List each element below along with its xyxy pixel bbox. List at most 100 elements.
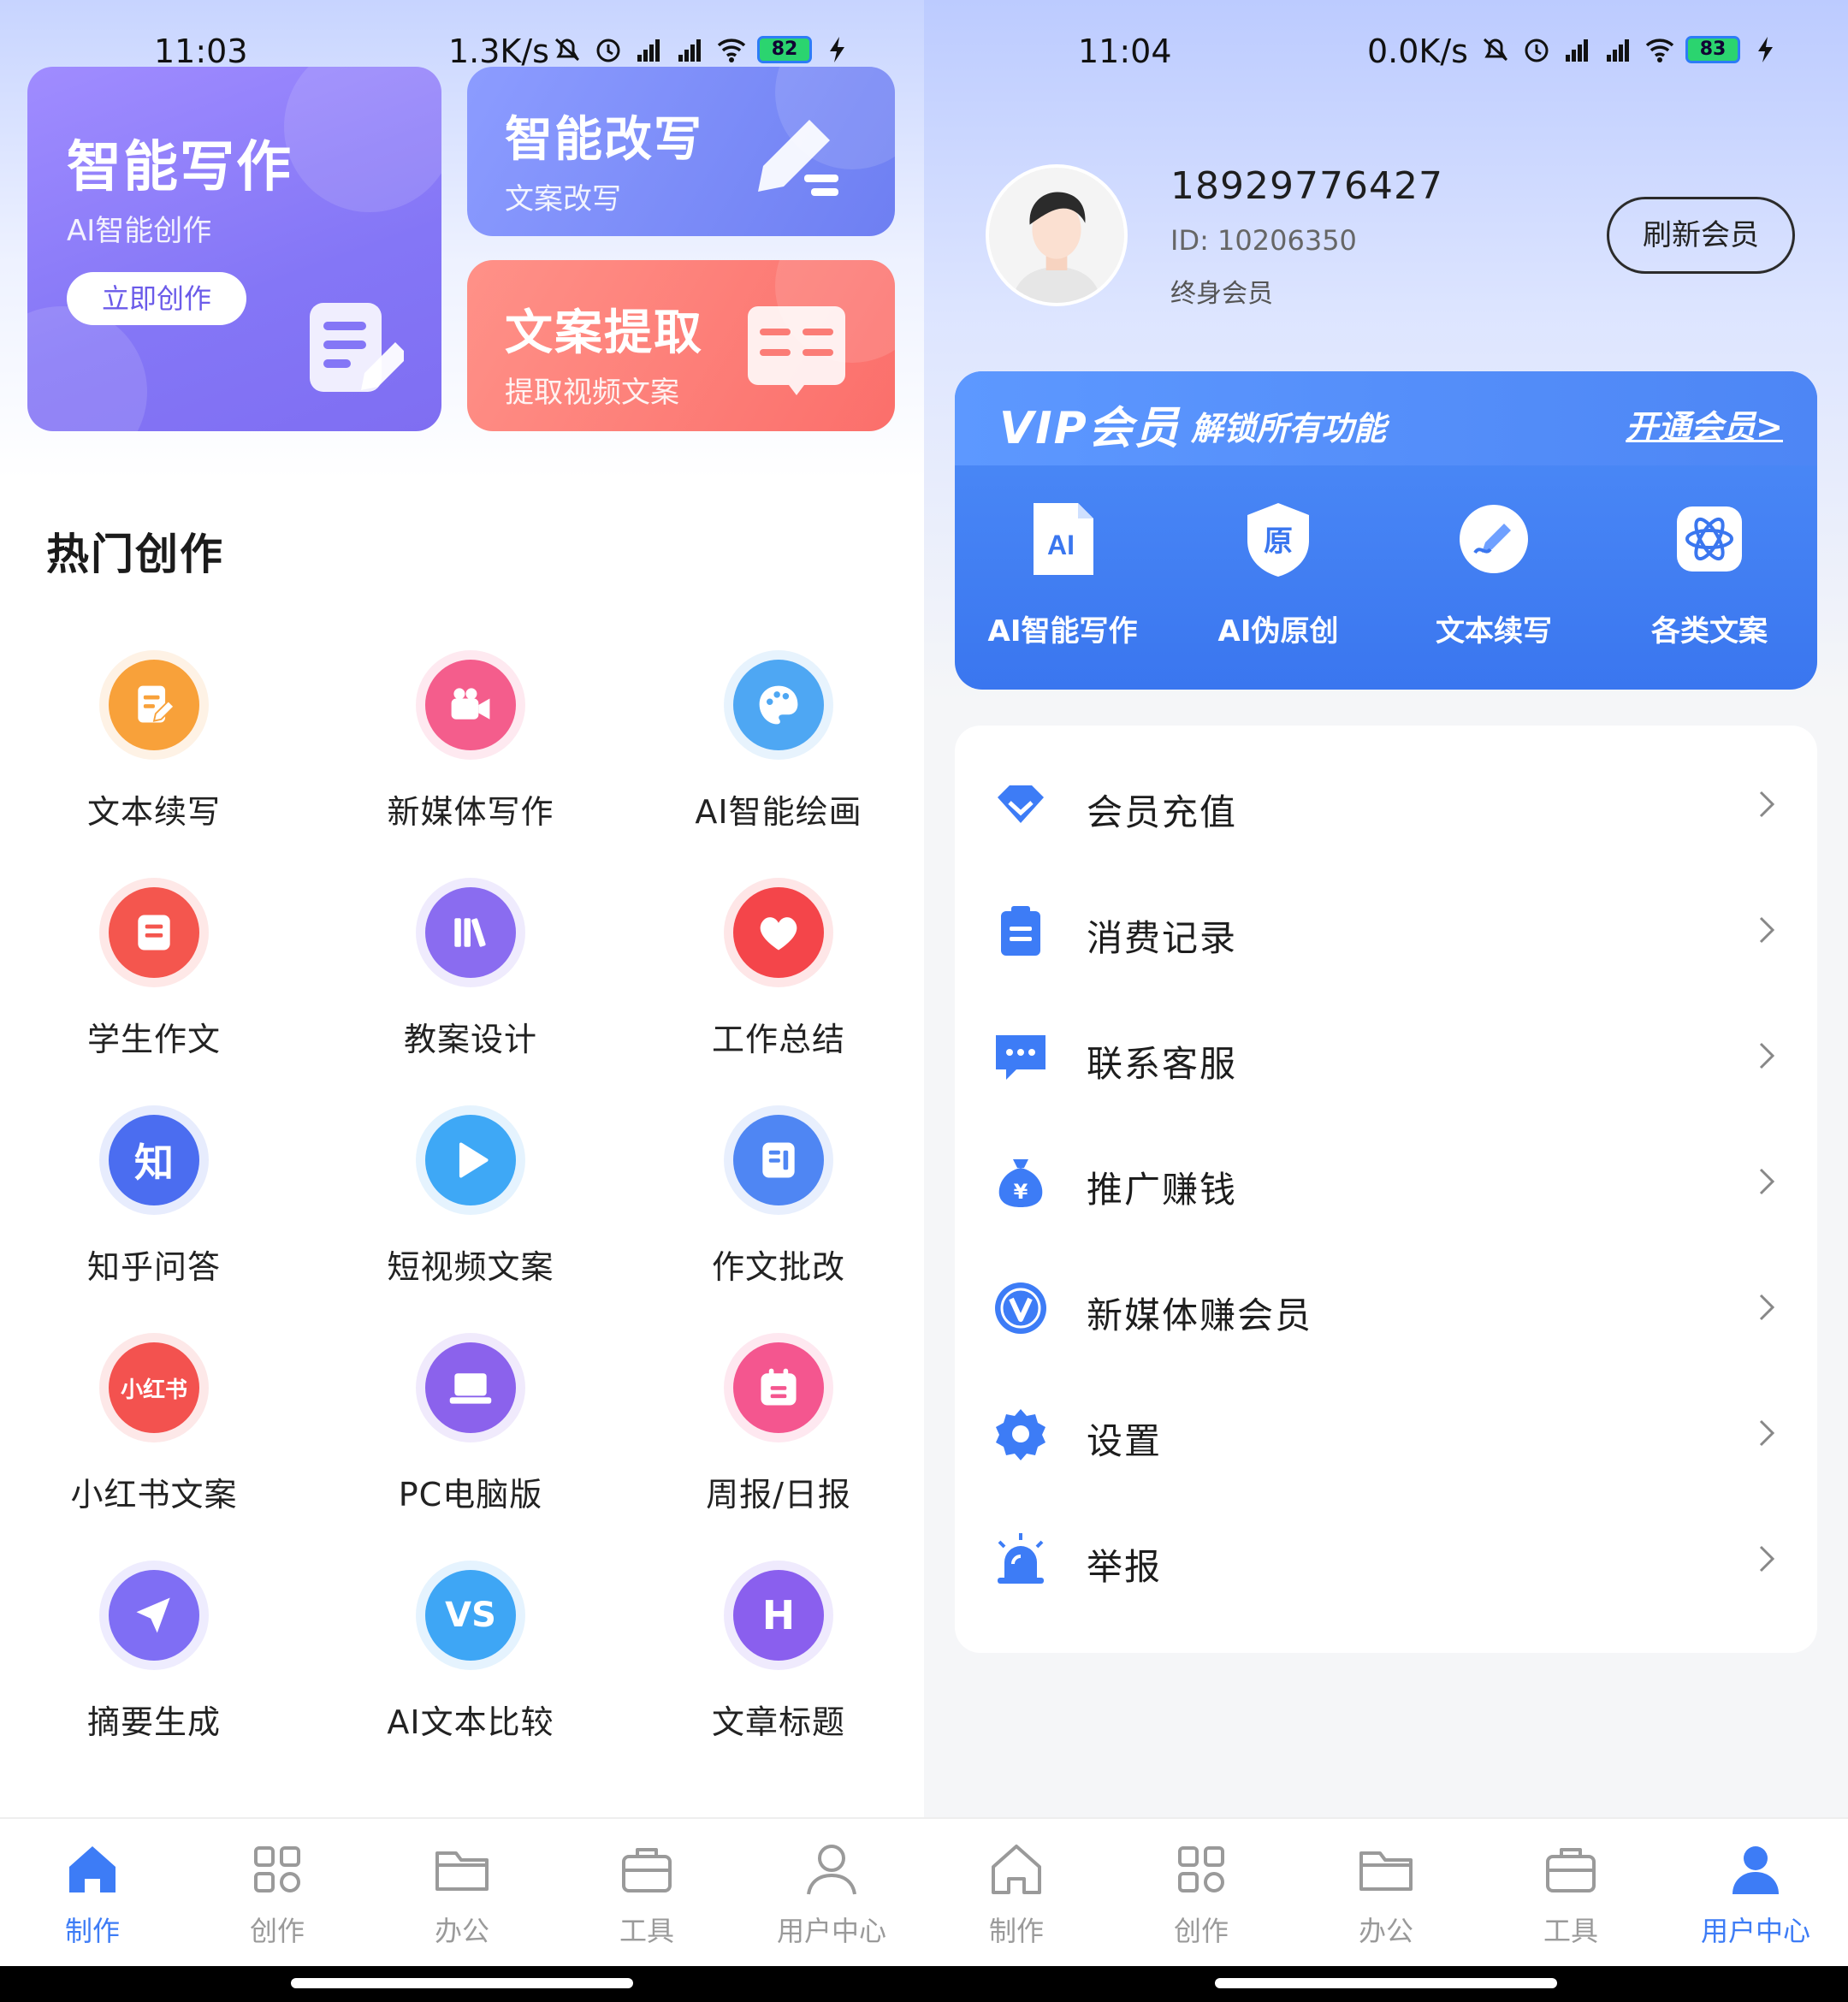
avatar-person-icon <box>989 168 1124 303</box>
menu-item[interactable]: 会员充值 <box>955 743 1817 868</box>
hot-creation-grid: 文本续写 新媒体写作 AI智能绘画 学生作文 教案设计 工作总结知知乎问答 短视频文案 作文批… <box>0 650 924 1788</box>
smart-writing-card[interactable]: 智能写作 AI智能创作 立即创作 <box>27 67 441 431</box>
grid-item[interactable]: 周报/日报 <box>633 1333 924 1561</box>
mute-icon <box>1483 38 1508 62</box>
home-icon <box>986 1839 1046 1903</box>
menu-item[interactable]: 消费记录 <box>955 868 1817 994</box>
vip-features: AI AI智能写作 原 AI伪原创 文本续写 各类文案 <box>955 500 1817 649</box>
vip-feature-all-copy[interactable]: 各类文案 <box>1602 500 1817 649</box>
alarm-icon <box>998 1533 1044 1584</box>
grid-item[interactable]: 摘要生成 <box>0 1561 308 1788</box>
open-book-icon <box>748 306 845 395</box>
menu-item-label: 会员充值 <box>1087 791 1238 833</box>
nav-label: 用户中心 <box>1700 1915 1810 1947</box>
menu-item[interactable]: 联系客服 <box>955 994 1817 1120</box>
vip-slogan: 解锁所有功能 <box>1191 410 1387 447</box>
mute-icon <box>554 38 580 62</box>
menu-item[interactable]: 设置 <box>955 1371 1817 1497</box>
v-badge-icon <box>995 1282 1046 1334</box>
pencil-icon <box>758 120 838 196</box>
vip-feature-label: AI智能写作 <box>987 614 1138 649</box>
atom-icon <box>1677 506 1742 572</box>
network-speed: 1.3K/s <box>448 33 549 70</box>
clipboard-icon <box>1001 906 1040 956</box>
menu-item[interactable]: 新媒体赚会员 <box>955 1246 1817 1371</box>
status-time: 11:04 <box>1078 33 1172 70</box>
nav-item-grid[interactable]: 创作 <box>1109 1819 1294 1966</box>
grid-icon-halo: VS <box>416 1561 525 1670</box>
chevron-right-icon <box>1759 1545 1775 1573</box>
hot-creation-title: 热门创作 <box>46 530 224 579</box>
user-center-screen: 11:04 0.0K/s 83 18929776427 ID: 10206350… <box>924 0 1848 2002</box>
grid-icon-halo <box>416 878 525 987</box>
laptop-icon <box>425 1342 516 1433</box>
menu-item-label: 联系客服 <box>1087 1043 1238 1085</box>
grid-icon-halo <box>99 1561 209 1670</box>
menu-item-label: 设置 <box>1087 1420 1163 1462</box>
calendar-icon <box>733 1342 824 1433</box>
grid-icon-halo: H <box>724 1561 833 1670</box>
grid-item[interactable]: VS AI文本比较 <box>308 1561 633 1788</box>
grid-item[interactable]: 新媒体写作 <box>308 650 633 878</box>
refresh-member-button[interactable]: 刷新会员 <box>1607 197 1795 274</box>
grid-item[interactable]: 短视频文案 <box>308 1105 633 1333</box>
vip-feature-ai-writing[interactable]: AI AI智能写作 <box>955 500 1170 649</box>
grid-item-label: 工作总结 <box>711 1021 845 1058</box>
start-create-button[interactable]: 立即创作 <box>67 272 246 325</box>
alarm-clock-icon <box>1525 38 1549 62</box>
grid-item[interactable]: 教案设计 <box>308 878 633 1105</box>
signal-2-icon <box>1607 39 1629 62</box>
nav-item-user[interactable]: 用户中心 <box>739 1819 924 1966</box>
open-membership-link[interactable]: 开通会员> <box>1626 400 1783 447</box>
grid-item-label: 知乎问答 <box>86 1248 221 1286</box>
grid-item[interactable]: 学生作文 <box>0 878 308 1105</box>
nav-item-toolbox[interactable]: 工具 <box>1478 1819 1663 1966</box>
nav-item-folder[interactable]: 办公 <box>1294 1819 1478 1966</box>
signal-1-icon <box>637 39 660 62</box>
nav-label: 创作 <box>1173 1915 1229 1947</box>
svg-text:¥: ¥ <box>1014 1180 1028 1204</box>
grid-icon-halo <box>724 878 833 987</box>
nav-item-home[interactable]: 制作 <box>924 1819 1109 1966</box>
grid-item[interactable]: 工作总结 <box>633 878 924 1105</box>
menu-item[interactable]: 举报 <box>955 1497 1817 1623</box>
nav-label: 制作 <box>64 1915 120 1947</box>
grid-item[interactable]: PC电脑版 <box>308 1333 633 1561</box>
vip-feature-label: 文本续写 <box>1436 614 1552 649</box>
status-bar: 11:04 0.0K/s 83 <box>924 0 1848 103</box>
avatar[interactable] <box>986 164 1128 306</box>
nav-item-home[interactable]: 制作 <box>0 1819 185 1966</box>
nav-item-grid[interactable]: 创作 <box>185 1819 370 1966</box>
grid-item[interactable]: 文本续写 <box>0 650 308 878</box>
grid-item-label: PC电脑版 <box>398 1476 543 1513</box>
grid-item[interactable]: 知知乎问答 <box>0 1105 308 1333</box>
nav-label: 用户中心 <box>776 1915 886 1947</box>
grid-icon-halo <box>416 1105 525 1215</box>
vip-feature-continue-writing[interactable]: 文本续写 <box>1386 500 1602 649</box>
alarm-clock-icon <box>596 38 620 62</box>
heading-icon: H <box>733 1570 824 1661</box>
svg-text:原: 原 <box>1264 524 1293 559</box>
palette-icon <box>733 660 824 750</box>
nav-item-folder[interactable]: 办公 <box>370 1819 554 1966</box>
copy-extract-card[interactable]: 文案提取 提取视频文案 <box>467 260 895 431</box>
menu-item-label: 消费记录 <box>1087 917 1238 959</box>
grid-item[interactable]: 小红书 小红书文案 <box>0 1333 308 1561</box>
charging-icon <box>1758 37 1773 62</box>
smart-rewrite-card[interactable]: 智能改写 文案改写 <box>467 67 895 236</box>
grid-item[interactable]: 作文批改 <box>633 1105 924 1333</box>
folder-icon <box>1356 1839 1416 1903</box>
zhihu-icon: 知 <box>109 1115 199 1205</box>
doc-edit-icon <box>109 660 199 750</box>
nav-item-user[interactable]: 用户中心 <box>1663 1819 1848 1966</box>
grid-item[interactable]: H 文章标题 <box>633 1561 924 1788</box>
vip-feature-pseudo-original[interactable]: 原 AI伪原创 <box>1170 500 1386 649</box>
network-speed: 0.0K/s <box>1367 33 1468 70</box>
create-screen: 11:03 1.3K/s 82 智能写作 AI智能创作 立即创作 智能改写 文案… <box>0 0 924 2002</box>
battery-icon: 82 <box>757 36 812 63</box>
signal-2-icon <box>678 39 701 62</box>
user-phone: 18929776427 <box>1170 164 1443 208</box>
grid-item[interactable]: AI智能绘画 <box>633 650 924 878</box>
nav-item-toolbox[interactable]: 工具 <box>554 1819 739 1966</box>
menu-item[interactable]: ¥ 推广赚钱 <box>955 1120 1817 1246</box>
